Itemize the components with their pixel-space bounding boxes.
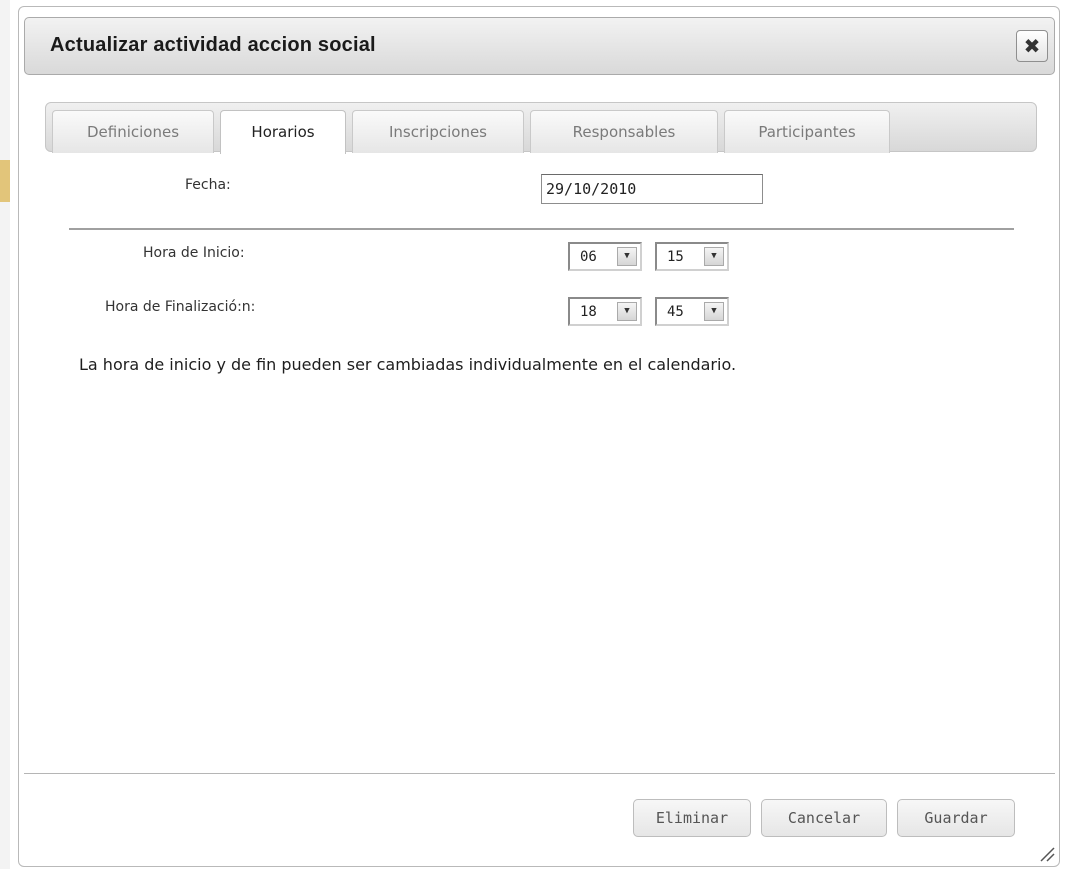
chevron-down-icon: ▼ bbox=[617, 302, 637, 321]
hora-inicio-minute-value: 15 bbox=[667, 249, 684, 265]
tab-definiciones[interactable]: Definiciones bbox=[52, 110, 214, 153]
background-highlight bbox=[0, 160, 10, 202]
hora-fin-hour-select[interactable]: 18 ▼ bbox=[568, 297, 642, 326]
hora-fin-label: Hora de Finalizació:n: bbox=[105, 299, 256, 315]
dialog: Actualizar actividad accion social ✖ Def… bbox=[18, 6, 1060, 867]
tab-bar: Definiciones Horarios Inscripciones Resp… bbox=[45, 102, 1037, 154]
hora-fin-hour-value: 18 bbox=[580, 304, 597, 320]
hora-inicio-minute-select[interactable]: 15 ▼ bbox=[655, 242, 729, 271]
hora-inicio-hour-value: 06 bbox=[580, 249, 597, 265]
info-note: La hora de inicio y de fin pueden ser ca… bbox=[79, 355, 737, 374]
tab-inscripciones[interactable]: Inscripciones bbox=[352, 110, 524, 153]
tab-responsables[interactable]: Responsables bbox=[530, 110, 718, 153]
hora-fin-minute-select[interactable]: 45 ▼ bbox=[655, 297, 729, 326]
background-page bbox=[0, 0, 10, 869]
fecha-input[interactable] bbox=[541, 174, 763, 204]
divider bbox=[69, 228, 1014, 230]
hora-inicio-hour-select[interactable]: 06 ▼ bbox=[568, 242, 642, 271]
tab-horarios[interactable]: Horarios bbox=[220, 110, 346, 154]
hora-fin-minute-value: 45 bbox=[667, 304, 684, 320]
resize-grip-icon[interactable] bbox=[1036, 843, 1056, 863]
cancelar-button[interactable]: Cancelar bbox=[761, 799, 887, 837]
dialog-titlebar[interactable]: Actualizar actividad accion social ✖ bbox=[24, 17, 1055, 75]
guardar-button[interactable]: Guardar bbox=[897, 799, 1015, 837]
chevron-down-icon: ▼ bbox=[704, 302, 724, 321]
chevron-down-icon: ▼ bbox=[617, 247, 637, 266]
fecha-label: Fecha: bbox=[185, 177, 231, 193]
hora-inicio-label: Hora de Inicio: bbox=[143, 245, 245, 261]
eliminar-button[interactable]: Eliminar bbox=[633, 799, 751, 837]
close-icon: ✖ bbox=[1023, 34, 1041, 58]
close-button[interactable]: ✖ bbox=[1016, 30, 1048, 62]
tab-participantes[interactable]: Participantes bbox=[724, 110, 890, 153]
dialog-title: Actualizar actividad accion social bbox=[50, 34, 376, 56]
chevron-down-icon: ▼ bbox=[704, 247, 724, 266]
footer-divider bbox=[24, 773, 1055, 774]
